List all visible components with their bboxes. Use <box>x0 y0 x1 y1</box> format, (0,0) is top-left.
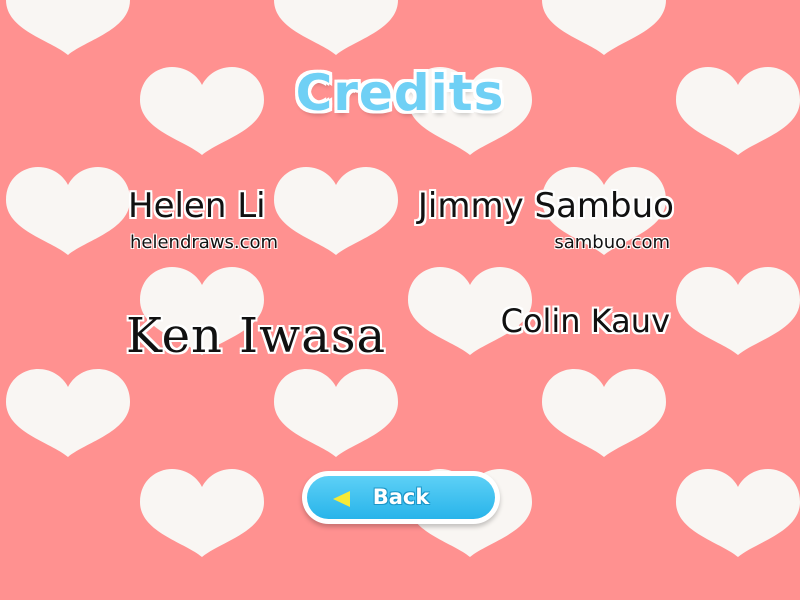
heart-shape <box>274 167 398 255</box>
credit-name-ken: Ken Iwasa <box>126 308 387 364</box>
heart-shape <box>676 469 800 557</box>
heart-shape <box>6 369 130 457</box>
back-button-label: Back <box>372 485 430 509</box>
heart-shape <box>6 167 130 255</box>
heart-shape <box>140 469 264 557</box>
heart-shape <box>274 369 398 457</box>
credit-name-helen: Helen Li <box>128 186 266 226</box>
credit-name-jimmy: Jimmy Sambuo <box>417 186 674 226</box>
credit-site-helen: helendraws.com <box>130 232 279 253</box>
credits-title: Credits <box>295 64 505 122</box>
heart-shape <box>676 267 800 355</box>
heart-shape <box>542 0 666 55</box>
credit-name-colin: Colin Kauv <box>500 302 670 340</box>
credit-site-jimmy: sambuo.com <box>554 232 670 253</box>
heart-shape <box>6 0 130 55</box>
back-button-face: Back <box>307 476 495 519</box>
heart-shape <box>542 369 666 457</box>
heart-shape <box>274 0 398 55</box>
back-button[interactable]: Back <box>302 471 500 524</box>
